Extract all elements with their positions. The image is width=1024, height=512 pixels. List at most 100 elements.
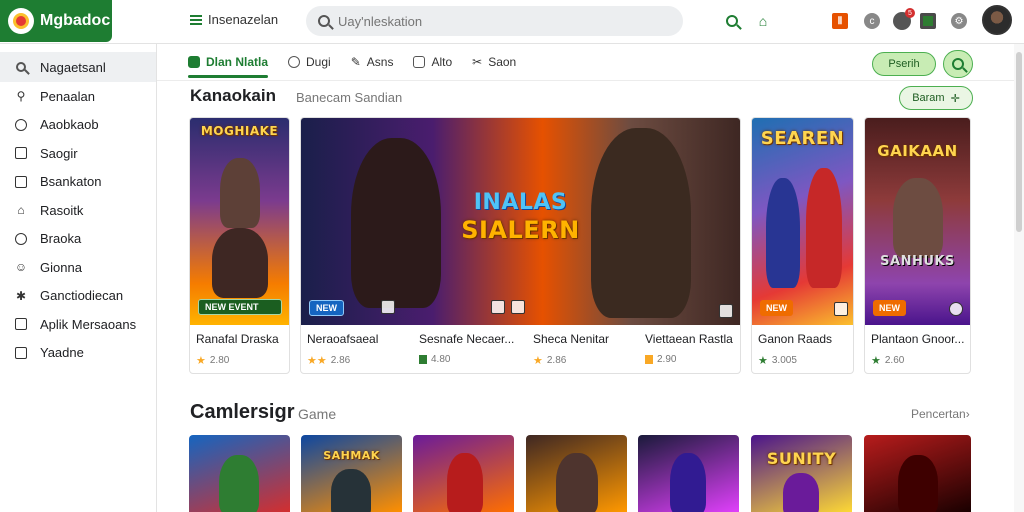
hamburger-icon [190,14,202,25]
sidebar-item-circle[interactable]: Braoka [0,225,156,254]
search-icon [14,60,28,74]
action-pill-button[interactable]: Pserih [872,52,936,76]
game-card[interactable]: MOGHIAKE NEW EVENT Ranafal Draska ★ 2.80 [189,117,290,374]
game-name: Plantaon Gnoor... [871,332,965,346]
game-rating: 4.80 [419,354,450,365]
notification-count: 5 [905,8,915,18]
platform-icon [381,300,395,314]
header-notification-wrap[interactable]: 5 [893,0,915,42]
header-grid-icon-wrap[interactable] [920,0,936,42]
tab-icon [188,56,200,68]
help-icon[interactable]: c [864,13,880,29]
character-figure [898,455,938,512]
game-thumbnail[interactable] [638,435,739,512]
top-bar: Mgbadoc Insenazelan ⌂ Ⅱ c 5 ⚙ [0,0,1024,44]
search-bar[interactable] [306,6,683,36]
game-cover-art: GAIKAAN SANHUKS NEW [865,118,970,325]
category-tabs: Dlan Nlatla Dugi ✎ Asns Alto ✂ Saon [188,44,974,80]
sidebar: Nagaetsanl ⚲ Penaalan Aaobkaob Saogir Bs… [0,44,157,512]
section-title: Kanaokain [190,86,276,105]
list-shape-icon [15,346,27,359]
menu-button[interactable]: Insenazelan [190,12,278,27]
people-icon: ☺ [14,260,28,275]
tab-icon [413,56,426,68]
sidebar-item-home[interactable]: ⌂ Rasoitk [0,196,156,225]
cover-kicker: SANHUKS [880,254,955,269]
user-avatar[interactable] [982,5,1012,35]
filter-search-button[interactable] [943,50,973,78]
game-card[interactable]: GAIKAAN SANHUKS NEW Plantaon Gnoor... ★ 2… [864,117,971,374]
header-search-icon-wrap[interactable] [722,0,742,42]
see-more-label: Baram [912,92,945,104]
thumb-title: SUNITY [766,449,837,468]
settings-icon[interactable]: ⚙ [951,13,967,29]
doc-icon [14,317,28,331]
sidebar-item-pinned[interactable]: ⚲ Penaalan [0,82,156,111]
bookmark-icon [14,175,28,189]
header-help-icon-wrap[interactable]: c [864,0,880,42]
more-link[interactable]: Pencertan› [911,407,970,421]
home-icon[interactable]: ⌂ [753,11,773,31]
notification-icon[interactable]: 5 [893,8,915,30]
cover-title: SIALERN [461,216,580,244]
game-thumbnail[interactable] [413,435,514,512]
page-scrollbar[interactable] [1014,44,1024,512]
game-card[interactable]: SEAREN NEW Ganon Raads ★ 3.005 [751,117,854,374]
header-apps-icon-wrap[interactable]: Ⅱ [832,0,848,42]
tab-alto[interactable]: Alto [413,44,452,80]
home-icon: ⌂ [17,203,25,218]
game-name: Viettaean Rastla [645,332,733,346]
list-icon [14,346,28,360]
game-rating: ★★ 2.86 [307,354,350,367]
apps-icon[interactable]: Ⅱ [832,13,848,29]
search-input[interactable] [338,13,658,29]
search-icon[interactable] [722,11,742,31]
sidebar-item-apps[interactable]: Aplik Mersaoans [0,310,156,339]
tab-dlan-nlatla[interactable]: Dlan Nlatla [188,44,269,80]
clock-shape-icon [15,118,27,131]
tab-divider [157,80,1024,81]
tab-dugi[interactable]: Dugi [288,44,331,80]
game-thumbnail[interactable]: SAHMAK [301,435,402,512]
scrollbar-thumb[interactable] [1016,52,1022,232]
sidebar-item-grid[interactable]: Saogir [0,139,156,168]
sidebar-item-bookmark[interactable]: Bsankaton [0,168,156,197]
sidebar-item-label: Ganctiodiecan [40,288,124,304]
game-thumbnail[interactable]: SUNITY [751,435,852,512]
logo-mark-icon [8,8,34,34]
doc-shape-icon [15,318,27,331]
cover-kicker: INALAS [473,190,568,215]
sidebar-item-list[interactable]: Yaadne [0,339,156,368]
character-figure [766,178,800,288]
search-icon [952,58,964,70]
game-name: Ranafal Draska [196,332,279,346]
tab-asns[interactable]: ✎ Asns [351,44,394,80]
game-thumbnail[interactable] [189,435,290,512]
see-more-button[interactable]: Baram ✛ [899,86,973,110]
header-settings-icon-wrap[interactable]: ⚙ [951,0,967,42]
featured-game-card[interactable]: INALAS SIALERN NEW Neraoafsaeal ★★ 2.86 S… [300,117,741,374]
game-cover-art: SEAREN NEW [752,118,853,325]
game-rating: ★ 2.86 [533,354,566,367]
tab-label: Saon [488,55,517,69]
character-figure [220,158,260,228]
character-figure [212,228,268,298]
sidebar-item-puzzle[interactable]: ✱ Ganctiodiecan [0,282,156,311]
star-icon: ★ [871,355,881,367]
game-thumbnail[interactable] [864,435,971,512]
tab-label: Dlan Nlatla [206,55,269,69]
grid-icon [14,146,28,160]
puzzle-icon: ✱ [15,288,27,303]
sidebar-item-search[interactable]: Nagaetsanl [0,52,156,82]
sidebar-item-recent[interactable]: Aaobkaob [0,111,156,140]
app-logo[interactable]: Mgbadoc [0,0,112,42]
tools-icon: ✂ [472,55,483,69]
character-figure [806,168,842,288]
game-thumbnail[interactable] [526,435,627,512]
grid-icon[interactable] [920,13,936,29]
sidebar-item-people[interactable]: ☺ Gionna [0,253,156,282]
header-home-icon-wrap[interactable]: ⌂ [753,0,773,42]
cover-title: GAIKAAN [877,142,958,160]
tab-saon[interactable]: ✂ Saon [472,44,516,80]
game-cover-art: MOGHIAKE NEW EVENT [190,118,289,325]
